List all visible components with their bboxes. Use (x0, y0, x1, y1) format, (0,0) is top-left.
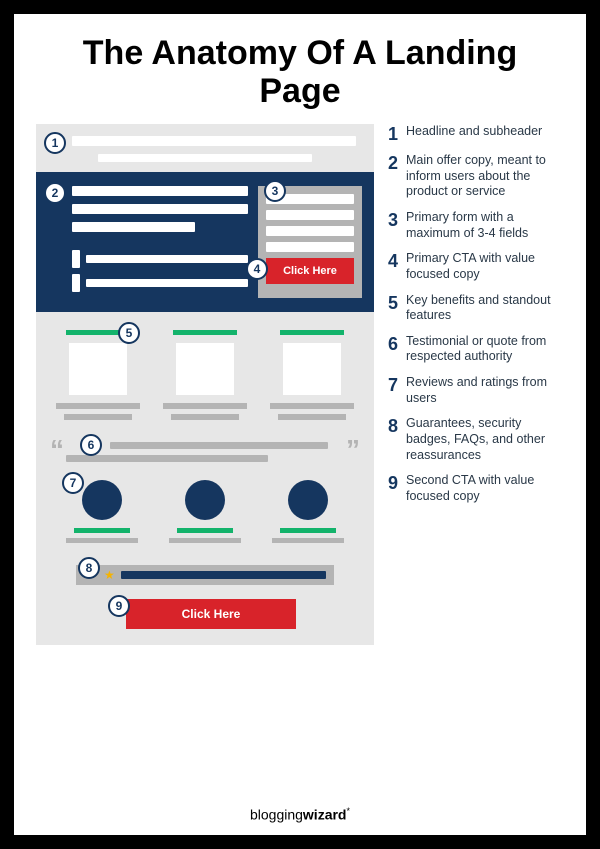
brand-part-b: wizard (303, 807, 347, 823)
legend-text: Guarantees, security badges, FAQs, and o… (406, 416, 568, 463)
mock-landing-page: 1 2 3 (36, 124, 374, 645)
avatar-icon (82, 480, 122, 520)
form-box: 3 4 Click Here (258, 186, 362, 298)
marker-9: 9 (108, 595, 130, 617)
subheader-bar (98, 154, 312, 162)
legend-number: 8 (388, 417, 406, 435)
star-icon: ★ (104, 569, 115, 581)
form-field (266, 242, 354, 252)
secondary-cta-button: Click Here (126, 599, 296, 629)
benefit-column (264, 330, 360, 420)
marker-8: 8 (78, 557, 100, 579)
legend-number: 7 (388, 376, 406, 394)
hero-copy (48, 186, 248, 298)
close-quote-icon: ” (346, 434, 360, 466)
legend-text: Primary CTA with value focused copy (406, 251, 568, 282)
avatar-icon (288, 480, 328, 520)
lp-secondary-cta-section: 9 Click Here (36, 591, 374, 645)
legend-text: Reviews and ratings from users (406, 375, 568, 406)
review-column (263, 480, 353, 543)
primary-cta-button: Click Here (266, 258, 354, 284)
legend-number: 6 (388, 335, 406, 353)
lp-container: 1 2 3 (36, 124, 374, 645)
legend-text: Second CTA with value focused copy (406, 473, 568, 504)
benefit-column (157, 330, 253, 420)
open-quote-icon: “ (50, 434, 64, 466)
infographic-frame: The Anatomy Of A Landing Page 1 2 (0, 0, 600, 849)
lp-trust-section: 8 ★ (36, 551, 374, 591)
legend-item: 6 Testimonial or quote from respected au… (388, 334, 568, 365)
lp-quote-section: “ 6 ” (36, 426, 374, 466)
avatar-icon (185, 480, 225, 520)
lp-hero-section: 2 3 4 (36, 172, 374, 312)
legend-number: 2 (388, 154, 406, 172)
footer-brand: bloggingwizard* (14, 806, 586, 823)
marker-4: 4 (246, 258, 268, 280)
legend-text: Main offer copy, meant to inform users a… (406, 153, 568, 200)
marker-1: 1 (44, 132, 66, 154)
marker-5: 5 (118, 322, 140, 344)
form-field (266, 226, 354, 236)
legend: 1 Headline and subheader 2 Main offer co… (388, 124, 568, 645)
headline-bar (72, 136, 356, 146)
brand-part-a: blogging (250, 807, 303, 823)
legend-item: 8 Guarantees, security badges, FAQs, and… (388, 416, 568, 463)
lp-reviews-section: 7 (36, 466, 374, 551)
trust-bar: ★ (76, 565, 334, 585)
page-title: The Anatomy Of A Landing Page (44, 34, 556, 110)
review-column (160, 480, 250, 543)
legend-number: 3 (388, 211, 406, 229)
form-field (266, 210, 354, 220)
marker-2: 2 (44, 182, 66, 204)
marker-6: 6 (80, 434, 102, 456)
content-row: 1 2 3 (14, 124, 586, 645)
legend-text: Headline and subheader (406, 124, 542, 140)
legend-item: 1 Headline and subheader (388, 124, 568, 143)
legend-item: 5 Key benefits and standout features (388, 293, 568, 324)
legend-item: 3 Primary form with a maximum of 3-4 fie… (388, 210, 568, 241)
legend-item: 7 Reviews and ratings from users (388, 375, 568, 406)
legend-item: 9 Second CTA with value focused copy (388, 473, 568, 504)
legend-number: 4 (388, 252, 406, 270)
legend-text: Testimonial or quote from respected auth… (406, 334, 568, 365)
lp-header-section: 1 (36, 124, 374, 172)
marker-3: 3 (264, 180, 286, 202)
legend-item: 4 Primary CTA with value focused copy (388, 251, 568, 282)
legend-text: Key benefits and standout features (406, 293, 568, 324)
lp-benefits-section: 5 (36, 312, 374, 426)
brand-mark: * (347, 806, 351, 816)
legend-number: 5 (388, 294, 406, 312)
legend-text: Primary form with a maximum of 3-4 field… (406, 210, 568, 241)
legend-number: 9 (388, 474, 406, 492)
legend-item: 2 Main offer copy, meant to inform users… (388, 153, 568, 200)
marker-7: 7 (62, 472, 84, 494)
legend-number: 1 (388, 125, 406, 143)
